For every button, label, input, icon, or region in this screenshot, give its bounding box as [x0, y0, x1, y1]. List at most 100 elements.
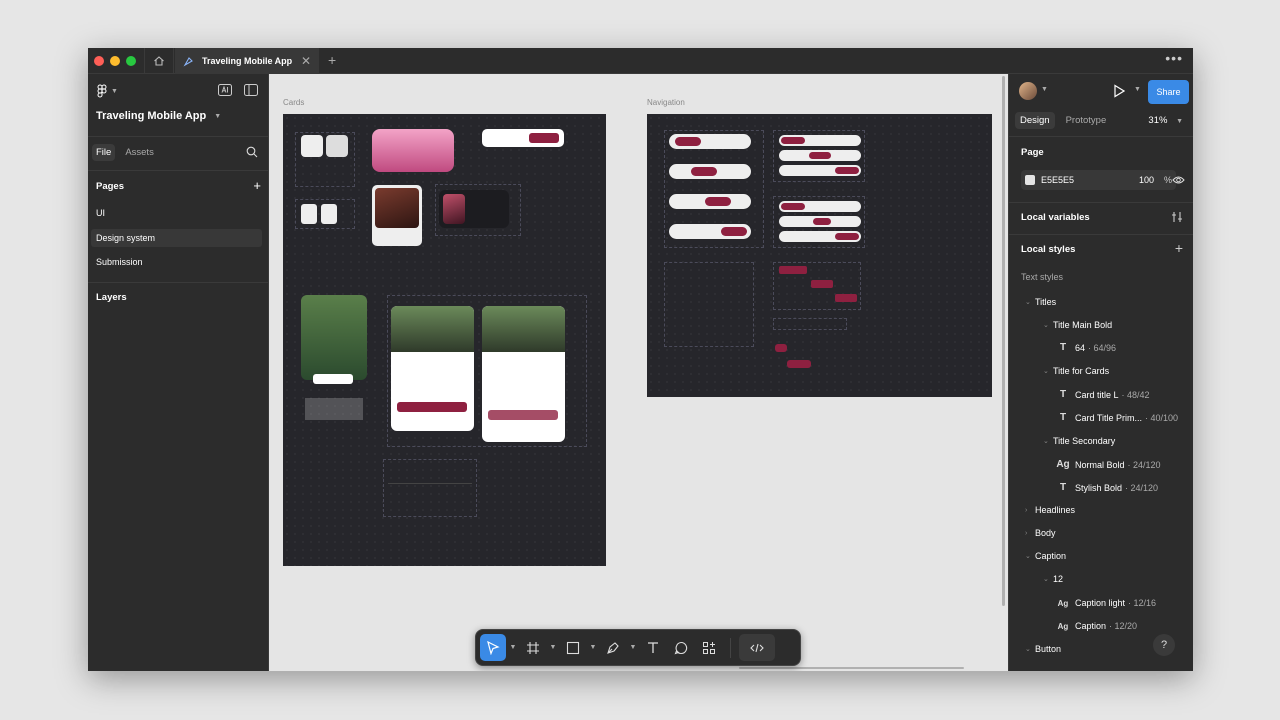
- style-group-label: Headlines: [1035, 505, 1076, 515]
- variables-icon[interactable]: [1171, 211, 1183, 225]
- text-style-icon: T: [1059, 412, 1067, 423]
- style-group-title-for-cards[interactable]: ⌄ Title for Cards: [1043, 366, 1109, 376]
- style-group-12[interactable]: ⌄ 12: [1043, 574, 1063, 584]
- tab-assets[interactable]: Assets: [121, 144, 158, 161]
- style-item-card-title-l[interactable]: T Card title L · 48/42: [1055, 389, 1150, 400]
- vertical-scrollbar[interactable]: [1002, 76, 1005, 606]
- style-item-normal-bold[interactable]: Ag Normal Bold · 24/120: [1055, 459, 1161, 470]
- divider: [730, 637, 731, 658]
- phone-hero-image: [482, 306, 565, 352]
- home-icon: [154, 56, 164, 66]
- icon-card: [321, 204, 337, 224]
- minimize-window-button[interactable]: [110, 56, 120, 66]
- visibility-toggle[interactable]: [1172, 175, 1185, 187]
- place-card-image: [375, 188, 419, 228]
- canvas[interactable]: Cards Navigation: [269, 74, 1008, 671]
- chevron-down-icon[interactable]: ▼: [1134, 86, 1141, 93]
- tab-prototype[interactable]: Prototype: [1061, 112, 1112, 129]
- page-item-submission[interactable]: Submission: [91, 253, 262, 271]
- file-tab[interactable]: Traveling Mobile App ✕: [175, 48, 319, 74]
- new-tab-button[interactable]: +: [328, 52, 336, 68]
- components-icon: [703, 641, 715, 654]
- divider: [88, 282, 268, 283]
- user-row: [484, 156, 562, 168]
- page-color-field[interactable]: E5E5E5 100 %: [1021, 170, 1176, 190]
- main-menu-button[interactable]: ▼: [96, 84, 118, 98]
- avatar[interactable]: [1019, 82, 1037, 100]
- style-meta: · 24/120: [1127, 459, 1161, 470]
- pen-tool[interactable]: [600, 634, 626, 661]
- design-file-icon: [183, 56, 193, 66]
- style-group-body[interactable]: › Body: [1025, 528, 1056, 538]
- help-icon: ?: [1160, 639, 1168, 651]
- style-meta: · 24/120: [1125, 482, 1159, 493]
- present-button[interactable]: [1113, 84, 1126, 100]
- frame-label-cards[interactable]: Cards: [283, 98, 304, 107]
- chevron-down-icon[interactable]: ▼: [508, 644, 518, 651]
- divider: [1009, 136, 1193, 137]
- style-group-button[interactable]: ⌄ Button: [1025, 644, 1061, 654]
- style-group-label: Title for Cards: [1053, 366, 1110, 376]
- review-item: [388, 492, 472, 512]
- dev-mode-toggle[interactable]: [739, 634, 775, 661]
- local-variables-label[interactable]: Local variables: [1021, 212, 1090, 223]
- chevron-down-icon[interactable]: ▼: [548, 644, 558, 651]
- page-section-label: Page: [1021, 147, 1044, 158]
- chevron-down-icon[interactable]: ▼: [588, 644, 598, 651]
- move-tool[interactable]: [480, 634, 506, 661]
- close-window-button[interactable]: [94, 56, 104, 66]
- page-item-design-system[interactable]: Design system: [91, 229, 262, 247]
- style-group-label: Title Secondary: [1053, 436, 1116, 446]
- rectangle-tool[interactable]: [560, 634, 586, 661]
- style-item-caption-light[interactable]: Ag Caption light · 12/16: [1055, 598, 1156, 608]
- zoom-dropdown[interactable]: 31% ▼: [1148, 115, 1183, 126]
- tools-toolbar: ▼ ▼ ▼ ▼: [475, 629, 801, 666]
- horizontal-scrollbar[interactable]: [739, 667, 964, 669]
- more-options-icon[interactable]: •••: [1165, 50, 1183, 66]
- close-tab-icon[interactable]: ✕: [301, 54, 311, 68]
- eye-icon: [1172, 176, 1185, 184]
- resources-tool[interactable]: [696, 634, 722, 661]
- style-name: Caption: [1075, 621, 1107, 631]
- style-item-caption[interactable]: Ag Caption · 12/20: [1055, 621, 1137, 631]
- destination-card: [301, 295, 367, 380]
- text-tool[interactable]: [640, 634, 666, 661]
- project-name[interactable]: Traveling Mobile App ▼: [96, 110, 221, 122]
- frame-label-navigation[interactable]: Navigation: [647, 98, 685, 107]
- tab-design[interactable]: Design: [1015, 112, 1055, 129]
- style-name: Card title L: [1075, 389, 1119, 400]
- search-button[interactable]: [246, 146, 258, 161]
- navigation-frame[interactable]: [647, 114, 992, 397]
- add-page-icon[interactable]: +: [253, 179, 261, 192]
- help-button[interactable]: ?: [1153, 634, 1175, 656]
- style-item-64[interactable]: T 64 · 64/96: [1055, 342, 1116, 353]
- home-button[interactable]: [144, 48, 174, 74]
- segment-active: [809, 152, 831, 159]
- maximize-window-button[interactable]: [126, 56, 136, 66]
- style-name: Stylish Bold: [1075, 482, 1123, 493]
- chevron-down-icon[interactable]: ▼: [1041, 86, 1048, 93]
- sidebar-toggle-icon[interactable]: [244, 84, 258, 96]
- tab-file[interactable]: File: [92, 144, 116, 161]
- share-button[interactable]: Share: [1148, 80, 1189, 104]
- color-swatch[interactable]: [1025, 175, 1035, 185]
- style-group-title-secondary[interactable]: ⌄ Title Secondary: [1043, 436, 1115, 446]
- frame-tool[interactable]: [520, 634, 546, 661]
- font-icon[interactable]: [218, 84, 232, 96]
- style-group-headlines[interactable]: › Headlines: [1025, 505, 1075, 515]
- pen-icon: [607, 641, 619, 654]
- style-item-card-title-primary[interactable]: T Card Title Prim... · 40/100: [1055, 412, 1178, 423]
- style-group-caption[interactable]: ⌄ Caption: [1025, 551, 1066, 561]
- style-group-title-main-bold[interactable]: ⌄ Title Main Bold: [1043, 320, 1112, 330]
- add-style-icon[interactable]: +: [1175, 240, 1183, 256]
- segment-active: [779, 266, 807, 274]
- cards-frame[interactable]: [283, 114, 606, 566]
- page-item-ui[interactable]: UI: [91, 204, 262, 222]
- style-group-titles[interactable]: ⌄ Titles: [1025, 297, 1056, 307]
- segment-active: [835, 294, 857, 302]
- style-item-stylish-bold[interactable]: T Stylish Bold · 24/120: [1055, 482, 1158, 493]
- comment-tool[interactable]: [668, 634, 694, 661]
- chevron-down-icon[interactable]: ▼: [628, 644, 638, 651]
- style-group-label: Titles: [1035, 297, 1057, 307]
- frame-icon: [527, 641, 539, 654]
